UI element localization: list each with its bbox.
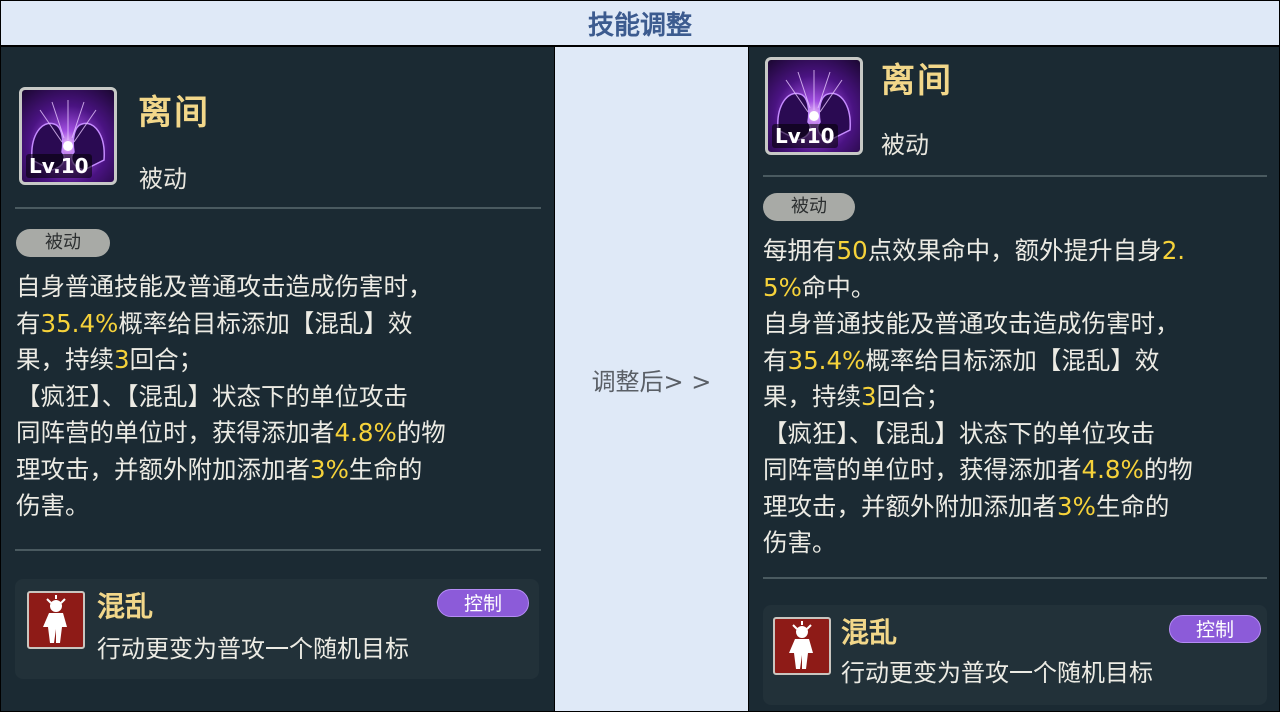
control-tag: 控制 — [437, 589, 529, 617]
effect-card: 混乱 控制 行动更变为普攻一个随机目标 — [15, 579, 539, 679]
skill-description: 自身普通技能及普通攻击造成伤害时， 有35.4%概率给目标添加【混乱】效 果，持续3… — [16, 269, 446, 525]
highlighted-value: 3% — [310, 454, 349, 484]
description-text: 的物 — [1143, 455, 1193, 484]
effect-description: 行动更变为普攻一个随机目标 — [97, 635, 409, 663]
description-line: 【疯狂】、【混乱】状态下的单位攻击 — [16, 379, 446, 416]
skill-name: 离间 — [138, 93, 210, 133]
description-text: 概率给目标添加【混乱】效 — [865, 345, 1160, 375]
description-text: 伤害。 — [16, 491, 90, 520]
highlighted-value: 35.4% — [787, 345, 866, 375]
description-text: 的物 — [396, 418, 446, 447]
description-text: 【疯狂】、【混乱】状态下的单位攻击 — [16, 381, 408, 411]
description-text: 理攻击，并额外附加添加者 — [16, 454, 310, 484]
highlighted-value: 4.8% — [1081, 455, 1144, 484]
highlighted-value: 4.8% — [334, 418, 397, 447]
skill-name: 离间 — [881, 61, 953, 101]
divider — [15, 207, 541, 209]
adjusted-label: 调整后> > — [591, 367, 712, 396]
passive-pill: 被动 — [763, 193, 855, 221]
description-text: 【疯狂】、【混乱】状态下的单位攻击 — [763, 418, 1155, 448]
description-line: 同阵营的单位时，获得添加者4.8%的物 — [16, 415, 446, 452]
skill-description: 每拥有50点效果命中，额外提升自身2. 5%命中。 自身普通技能及普通攻击造成伤害时… — [763, 233, 1193, 562]
description-line: 理攻击，并额外附加添加者3%生命的 — [16, 452, 446, 489]
skill-icon[interactable]: Lv.10 — [19, 87, 117, 185]
highlighted-value: 50 — [836, 236, 868, 265]
description-text: 点效果命中，额外提升自身 — [867, 236, 1162, 265]
effect-card: 混乱 控制 行动更变为普攻一个随机目标 — [763, 605, 1267, 705]
description-line: 自身普通技能及普通攻击造成伤害时， — [16, 269, 446, 306]
highlighted-value: 3% — [1057, 491, 1096, 521]
highlighted-value: 3 — [861, 382, 877, 411]
passive-pill: 被动 — [16, 229, 110, 257]
skill-level-label: Lv.10 — [26, 154, 92, 178]
description-text: 同阵营的单位时，获得添加者 — [16, 418, 335, 447]
highlighted-value: 5% — [763, 272, 802, 302]
description-line: 每拥有50点效果命中，额外提升自身2. — [763, 233, 1193, 270]
page-title: 技能调整 — [587, 10, 692, 41]
description-line: 有35.4%概率给目标添加【混乱】效 — [16, 306, 446, 343]
description-line: 伤害。 — [763, 525, 1193, 562]
description-text: 果，持续 — [763, 382, 861, 411]
skill-type: 被动 — [139, 165, 187, 193]
effect-description: 行动更变为普攻一个随机目标 — [841, 659, 1153, 687]
description-text: 每拥有 — [763, 236, 837, 265]
highlighted-value: 2. — [1161, 236, 1186, 265]
description-text: 回合； — [129, 345, 204, 374]
divider — [763, 175, 1267, 177]
control-tag: 控制 — [1169, 615, 1261, 643]
description-text: 理攻击，并额外附加添加者 — [763, 491, 1057, 521]
skill-panel-after: Lv.10 离间 被动 被动 每拥有50点效果命中，额外提升自身2. 5%命中。自… — [748, 46, 1280, 712]
description-text: 伤害。 — [763, 528, 837, 557]
description-text: 概率给目标添加【混乱】效 — [118, 308, 413, 338]
description-text: 命中。 — [801, 272, 876, 302]
skill-panel-before: Lv.10 离间 被动 被动 自身普通技能及普通攻击造成伤害时， 有35.4%概率… — [0, 46, 555, 712]
description-line: 伤害。 — [16, 488, 446, 525]
description-text: 自身普通技能及普通攻击造成伤害时， — [16, 272, 433, 301]
effect-name: 混乱 — [841, 616, 898, 649]
description-line: 果，持续3回合； — [16, 342, 446, 379]
description-line: 5%命中。 — [763, 270, 1193, 307]
description-text: 生命的 — [348, 454, 423, 484]
description-line: 果，持续3回合； — [763, 379, 1193, 416]
confused-figure-icon — [27, 591, 85, 649]
highlighted-value: 3 — [114, 345, 130, 374]
arrow-label-column: 调整后> > — [555, 46, 748, 712]
description-line: 有35.4%概率给目标添加【混乱】效 — [763, 343, 1193, 380]
description-text: 自身普通技能及普通攻击造成伤害时， — [763, 309, 1180, 338]
skill-type: 被动 — [881, 131, 929, 159]
description-text: 有 — [16, 308, 41, 338]
description-line: 【疯狂】、【混乱】状态下的单位攻击 — [763, 416, 1193, 453]
description-text: 生命的 — [1095, 491, 1170, 521]
skill-level-label: Lv.10 — [772, 124, 838, 148]
description-text: 果，持续 — [16, 345, 114, 374]
description-line: 自身普通技能及普通攻击造成伤害时， — [763, 306, 1193, 343]
effect-name: 混乱 — [97, 590, 154, 623]
description-text: 有 — [763, 345, 788, 375]
description-text: 回合； — [876, 382, 951, 411]
highlighted-value: 35.4% — [40, 308, 119, 338]
description-text: 同阵营的单位时，获得添加者 — [763, 455, 1082, 484]
header-bar: 技能调整 — [0, 0, 1280, 46]
skill-icon[interactable]: Lv.10 — [765, 57, 863, 155]
divider — [763, 577, 1267, 579]
divider — [15, 549, 541, 551]
description-line: 理攻击，并额外附加添加者3%生命的 — [763, 489, 1193, 526]
confused-figure-icon — [773, 617, 831, 675]
description-line: 同阵营的单位时，获得添加者4.8%的物 — [763, 452, 1193, 489]
